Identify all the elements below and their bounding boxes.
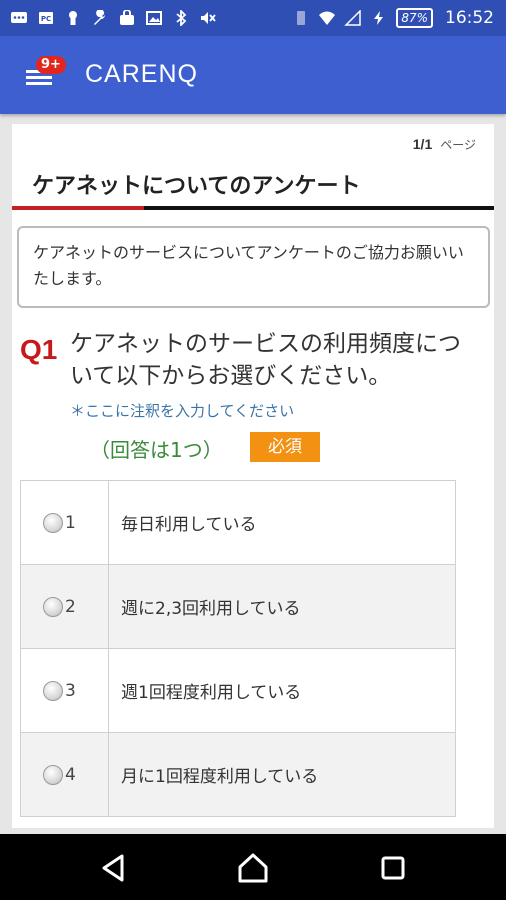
clock: 16:52 [445,8,494,28]
wrench-icon [94,10,105,25]
page-number: 1/1 [412,136,433,152]
vibrate-icon [297,11,306,25]
svg-text:PC: PC [41,15,51,23]
option-number: 2 [65,596,76,617]
bluetooth-icon [176,10,187,26]
radio-button[interactable] [43,680,63,701]
required-badge: 必須 [250,432,320,462]
option-row[interactable]: 1 毎日利用している [20,480,456,565]
menu-button[interactable]: 9+ [20,56,70,96]
option-selector[interactable]: 3 [20,648,109,733]
option-selector[interactable]: 4 [20,732,109,817]
image-icon [146,11,162,25]
home-icon[interactable] [235,850,271,886]
app-title: CARENQ [85,60,198,88]
survey-card: 1/1 ページ ケアネットについてのアンケート ケアネットのサービスについてアンケ… [12,124,494,828]
survey-intro: ケアネットのサービスについてアンケートのご協力お願いいたします。 [17,226,490,308]
title-divider-accent [12,206,144,210]
option-number: 3 [65,680,76,701]
back-icon[interactable] [96,850,132,886]
option-number: 4 [65,764,76,785]
mute-icon [201,12,216,24]
option-row[interactable]: 2 週に2,3回利用している [20,564,456,649]
radio-button[interactable] [43,512,63,533]
radio-button[interactable] [43,764,63,785]
option-selector[interactable]: 2 [20,564,109,649]
keyhole-icon [69,11,77,25]
wifi-icon [319,11,336,25]
system-icons: 87% 16:52 [292,0,494,36]
option-selector[interactable]: 1 [20,480,109,565]
option-number: 1 [65,512,76,533]
survey-title: ケアネットについてのアンケート [32,174,361,199]
option-label[interactable]: 毎日利用している [108,480,456,565]
status-bar: PC 87% 16:52 [0,0,506,36]
battery-indicator: 87% [396,8,433,28]
page-unit: ページ [440,138,476,152]
answer-count: （回答は1つ） [90,438,223,462]
option-row[interactable]: 3 週1回程度利用している [20,648,456,733]
signal-icon [344,10,362,26]
option-row[interactable]: 4 月に1回程度利用している [20,732,456,817]
page-indicator: 1/1 ページ [413,136,476,153]
notification-icons: PC [10,0,217,36]
recents-icon[interactable] [375,850,411,886]
system-navigation-bar [0,834,506,900]
app-bar: 9+ CARENQ [0,36,506,114]
options-table: 1 毎日利用している 2 週に2,3回利用している 3 週1回程度利用している … [20,480,456,817]
pc-icon: PC [39,12,53,24]
message-icon [11,12,27,23]
lock-bag-icon [120,10,134,25]
charging-icon [374,11,384,25]
question-number: Q1 [20,334,58,365]
menu-icon-line [26,76,52,79]
question-note: ＊ここに注釈を入力してください [70,402,295,420]
option-label[interactable]: 週に2,3回利用している [108,564,456,649]
option-label[interactable]: 月に1回程度利用している [108,732,456,817]
radio-button[interactable] [43,596,63,617]
notification-badge: 9+ [36,56,66,74]
question-text: ケアネットのサービスの利用頻度について以下からお選びください。 [70,331,461,389]
menu-icon-line [26,82,52,85]
option-label[interactable]: 週1回程度利用している [108,648,456,733]
